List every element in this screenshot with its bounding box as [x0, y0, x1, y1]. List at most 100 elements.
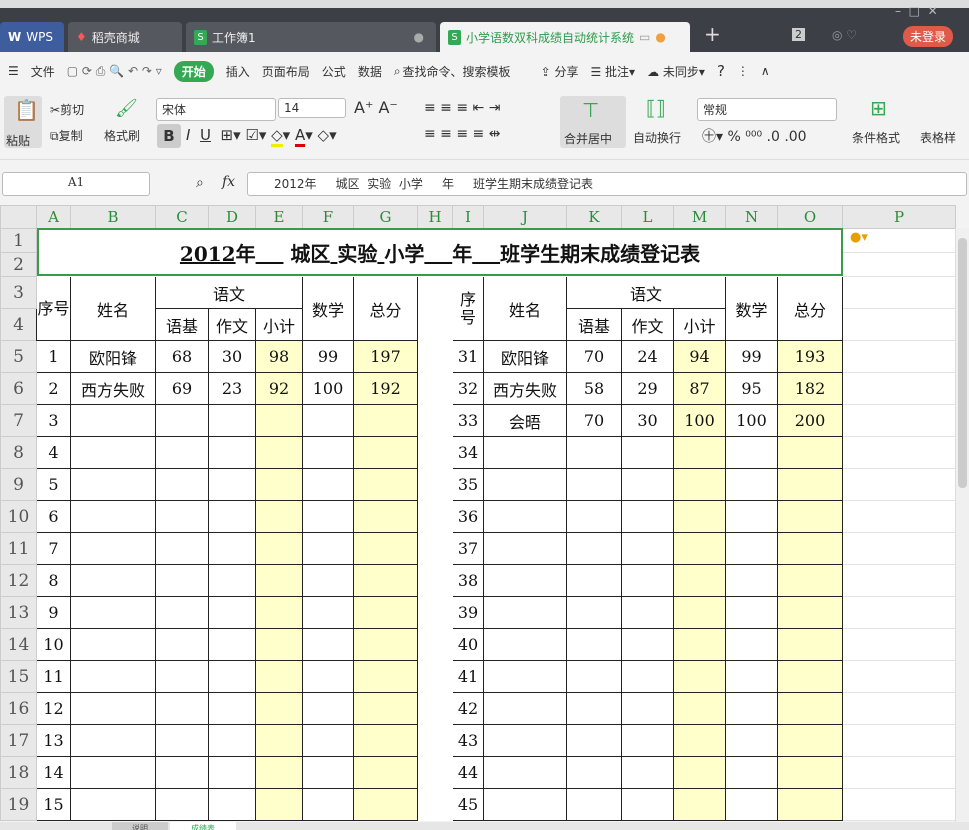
column-header-P[interactable]: P	[842, 205, 956, 229]
left-data-cell[interactable]	[302, 436, 354, 469]
share-button[interactable]: ⇪ 分享	[541, 63, 579, 80]
right-data-cell[interactable]	[777, 724, 843, 757]
tab-active-workbook[interactable]: S 小学语数双科成绩自动统计系统 ▭ ●	[440, 22, 690, 52]
cell[interactable]	[417, 692, 453, 725]
right-data-cell[interactable]	[621, 532, 674, 565]
cut-button[interactable]: ✂剪切	[50, 101, 84, 118]
cell[interactable]	[417, 500, 453, 533]
right-basic-header[interactable]: 语基	[566, 308, 622, 341]
left-data-cell[interactable]: 23	[208, 372, 256, 405]
right-data-cell[interactable]	[673, 756, 726, 789]
cell[interactable]	[842, 340, 956, 373]
right-data-cell[interactable]	[725, 756, 778, 789]
left-data-cell[interactable]: 2	[36, 372, 71, 405]
right-data-cell[interactable]	[483, 500, 567, 533]
left-data-cell[interactable]	[208, 532, 256, 565]
left-data-cell[interactable]: 68	[155, 340, 209, 373]
left-data-cell[interactable]: 100	[302, 372, 354, 405]
cell[interactable]	[417, 276, 453, 341]
left-data-cell[interactable]	[208, 788, 256, 821]
right-data-cell[interactable]	[777, 692, 843, 725]
left-data-cell[interactable]	[70, 756, 156, 789]
left-data-cell[interactable]	[302, 564, 354, 597]
right-data-cell[interactable]	[725, 724, 778, 757]
left-data-cell[interactable]: 192	[353, 372, 418, 405]
right-data-cell[interactable]	[566, 628, 622, 661]
tab-insert[interactable]: 插入	[226, 63, 250, 80]
right-data-cell[interactable]: 42	[452, 692, 484, 725]
row-header[interactable]: 5	[0, 340, 37, 373]
row-header[interactable]: 19	[0, 788, 37, 821]
right-data-cell[interactable]	[673, 788, 726, 821]
left-data-cell[interactable]: 15	[36, 788, 71, 821]
left-data-cell[interactable]: 5	[36, 468, 71, 501]
font-select[interactable]: 宋体	[156, 98, 276, 121]
name-box[interactable]: A1	[2, 172, 150, 196]
right-data-cell[interactable]	[673, 532, 726, 565]
left-data-cell[interactable]	[255, 500, 303, 533]
cell[interactable]	[842, 252, 956, 277]
column-header-K[interactable]: K	[566, 205, 622, 229]
right-essay-header[interactable]: 作文	[621, 308, 674, 341]
left-data-cell[interactable]	[70, 692, 156, 725]
left-math-header[interactable]: 数学	[302, 276, 354, 341]
cond-format-button[interactable]: 条件格式	[852, 129, 900, 146]
right-data-cell[interactable]	[483, 628, 567, 661]
right-data-cell[interactable]	[483, 436, 567, 469]
zoom-formula-icon[interactable]: ⌕	[196, 175, 204, 191]
row-header[interactable]: 14	[0, 628, 37, 661]
tab-workbook1[interactable]: S 工作簿1 ●	[186, 22, 436, 52]
left-data-cell[interactable]	[70, 436, 156, 469]
right-data-cell[interactable]: 87	[673, 372, 726, 405]
left-data-cell[interactable]: 7	[36, 532, 71, 565]
cell[interactable]	[417, 660, 453, 693]
row-header[interactable]: 10	[0, 500, 37, 533]
right-data-cell[interactable]	[777, 628, 843, 661]
left-data-cell[interactable]	[70, 788, 156, 821]
left-data-cell[interactable]	[302, 500, 354, 533]
right-data-cell[interactable]	[621, 500, 674, 533]
cell[interactable]	[842, 788, 956, 821]
cell[interactable]	[842, 308, 956, 341]
right-data-cell[interactable]: 29	[621, 372, 674, 405]
right-data-cell[interactable]	[566, 532, 622, 565]
right-data-cell[interactable]: 182	[777, 372, 843, 405]
right-data-cell[interactable]	[673, 564, 726, 597]
number-buttons[interactable]: ㊉▾ % ⁰⁰⁰ .0 .00	[702, 126, 807, 146]
right-name-header[interactable]: 姓名	[483, 276, 567, 341]
left-data-cell[interactable]	[155, 756, 209, 789]
right-data-cell[interactable]	[673, 596, 726, 629]
bold-button[interactable]: B	[157, 124, 181, 148]
right-seq-header[interactable]: 序号	[452, 276, 484, 341]
left-essay-header[interactable]: 作文	[208, 308, 256, 341]
left-data-cell[interactable]	[70, 468, 156, 501]
right-data-cell[interactable]: 36	[452, 500, 484, 533]
row-header[interactable]: 6	[0, 372, 37, 405]
left-data-cell[interactable]	[302, 660, 354, 693]
right-data-cell[interactable]: 100	[725, 404, 778, 437]
left-data-cell[interactable]: 10	[36, 628, 71, 661]
right-data-cell[interactable]	[566, 564, 622, 597]
right-data-cell[interactable]	[777, 436, 843, 469]
merge-center-button[interactable]: ⊤ 合并居中	[560, 96, 626, 148]
left-data-cell[interactable]	[353, 788, 418, 821]
right-data-cell[interactable]	[621, 756, 674, 789]
more-icon[interactable]: ⋮	[737, 64, 749, 78]
warning-icon[interactable]: ●▾	[850, 230, 868, 245]
left-data-cell[interactable]	[255, 788, 303, 821]
column-header-H[interactable]: H	[417, 205, 453, 229]
row-header[interactable]: 12	[0, 564, 37, 597]
left-data-cell[interactable]	[155, 436, 209, 469]
scroll-thumb[interactable]	[958, 238, 967, 488]
left-data-cell[interactable]	[208, 436, 256, 469]
sync-button[interactable]: ☁ 未同步▾	[647, 63, 705, 80]
cell[interactable]	[842, 436, 956, 469]
cell[interactable]	[417, 596, 453, 629]
right-data-cell[interactable]	[725, 532, 778, 565]
right-data-cell[interactable]	[673, 724, 726, 757]
right-data-cell[interactable]	[621, 564, 674, 597]
row-header[interactable]: 15	[0, 660, 37, 693]
column-header-L[interactable]: L	[621, 205, 674, 229]
right-data-cell[interactable]	[621, 596, 674, 629]
right-math-header[interactable]: 数学	[725, 276, 778, 341]
